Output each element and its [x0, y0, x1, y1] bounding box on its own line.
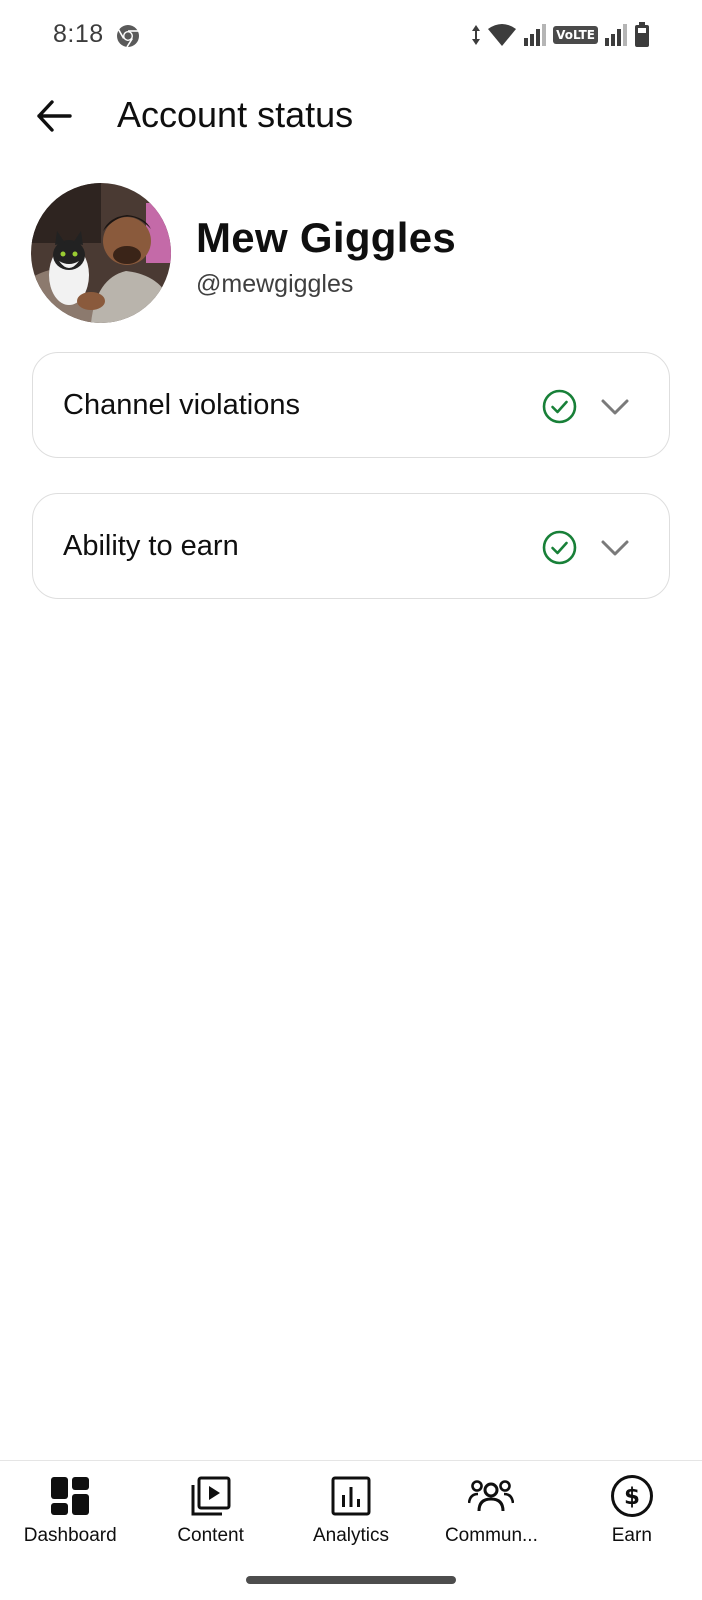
app-bar: Account status	[0, 80, 702, 152]
check-circle-icon	[542, 530, 577, 565]
back-button[interactable]	[28, 90, 80, 142]
nav-label: Content	[177, 1525, 244, 1546]
card-label: Ability to earn	[63, 530, 239, 562]
nav-analytics[interactable]: Analytics	[281, 1461, 421, 1554]
analytics-icon	[328, 1473, 374, 1519]
dashboard-icon	[47, 1473, 93, 1519]
nav-community[interactable]: Commun...	[421, 1461, 561, 1554]
check-circle-icon	[542, 389, 577, 424]
signal-icon	[605, 24, 627, 46]
chevron-down-icon[interactable]	[599, 391, 631, 423]
wifi-icon	[488, 24, 517, 46]
arrow-left-icon	[37, 100, 72, 132]
home-indicator[interactable]	[246, 1576, 456, 1584]
content-icon	[188, 1473, 234, 1519]
status-icons: VoLTE	[471, 20, 650, 50]
card-label: Channel violations	[63, 389, 300, 421]
page-title: Account status	[117, 94, 354, 135]
channel-name: Mew Giggles	[196, 214, 457, 261]
earn-icon: $	[609, 1473, 655, 1519]
battery-icon	[635, 22, 649, 47]
signal-icon	[524, 24, 547, 46]
nav-label: Analytics	[313, 1525, 390, 1546]
nav-content[interactable]: Content	[140, 1461, 280, 1554]
svg-text:$: $	[624, 1484, 640, 1510]
nav-label: Earn	[611, 1525, 652, 1546]
data-arrows-icon	[472, 25, 481, 45]
nav-earn[interactable]: $ Earn	[562, 1461, 702, 1554]
nav-dashboard[interactable]: Dashboard	[0, 1461, 140, 1554]
chevron-down-icon[interactable]	[599, 532, 631, 564]
chrome-icon	[117, 25, 139, 48]
channel-violations-card[interactable]: Channel violations	[32, 352, 670, 458]
volte-badge: VoLTE	[553, 26, 598, 44]
avatar	[31, 183, 171, 323]
status-bar: 8:18 VoLTE	[0, 0, 702, 72]
community-icon	[468, 1473, 515, 1519]
status-time: 8:18	[53, 20, 104, 48]
bottom-nav: Dashboard Content Analytics Commun... $ …	[0, 1460, 702, 1554]
nav-label: Dashboard	[23, 1525, 117, 1546]
ability-to-earn-card[interactable]: Ability to earn	[32, 493, 670, 599]
channel-handle: @mewgiggles	[196, 270, 354, 298]
nav-label: Commun...	[444, 1525, 538, 1546]
